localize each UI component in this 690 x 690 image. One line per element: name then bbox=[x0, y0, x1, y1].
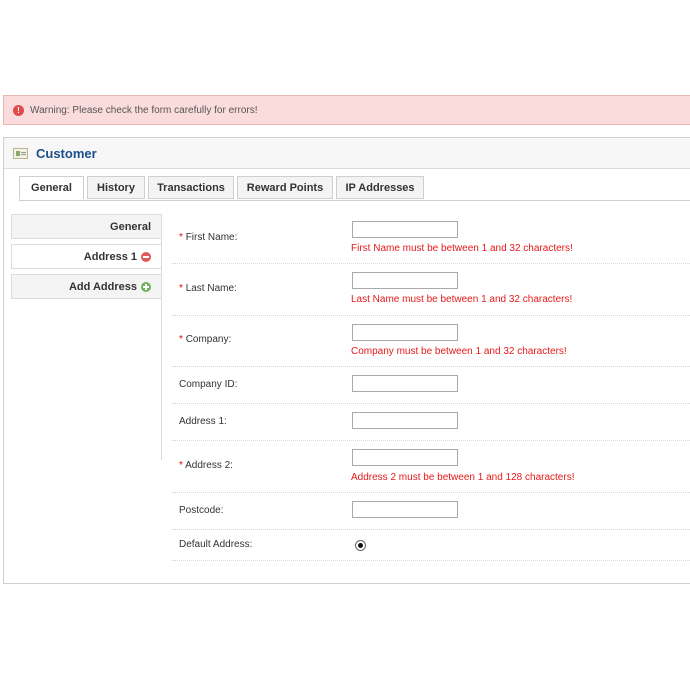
warning-banner: ! Warning: Please check the form careful… bbox=[3, 95, 690, 125]
postcode-input[interactable] bbox=[352, 501, 458, 518]
form-row-address-2: * Address 2: Address 2 must be between 1… bbox=[172, 440, 690, 493]
first-name-label: * First Name: bbox=[179, 232, 238, 243]
form-row-address-1: Address 1: bbox=[172, 403, 690, 441]
page-title: Customer bbox=[36, 145, 97, 161]
default-address-label: Default Address: bbox=[179, 539, 253, 550]
last-name-input[interactable] bbox=[352, 272, 458, 289]
customer-card-icon bbox=[13, 147, 28, 159]
default-address-radio[interactable] bbox=[355, 540, 366, 551]
customer-panel: Customer General History Transactions Re… bbox=[3, 137, 690, 584]
remove-icon[interactable] bbox=[141, 251, 151, 262]
company-id-label: Company ID: bbox=[179, 379, 238, 390]
company-input[interactable] bbox=[352, 324, 458, 341]
exclamation-icon: ! bbox=[13, 104, 24, 116]
tab-general[interactable]: General bbox=[19, 176, 84, 200]
address-1-label: Address 1: bbox=[179, 416, 227, 427]
side-tab-address-1[interactable]: Address 1 bbox=[11, 244, 161, 269]
tab-transactions[interactable]: Transactions bbox=[148, 176, 234, 199]
last-name-error: Last Name must be between 1 and 32 chara… bbox=[351, 294, 573, 305]
add-icon[interactable] bbox=[141, 281, 151, 292]
tab-bar: General History Transactions Reward Poin… bbox=[19, 176, 690, 201]
first-name-input[interactable] bbox=[352, 221, 458, 238]
address-2-label: * Address 2: bbox=[179, 460, 233, 471]
side-tab-label: Add Address bbox=[68, 280, 137, 293]
form-row-postcode: Postcode: bbox=[172, 492, 690, 530]
form-row-company: * Company: Company must be between 1 and… bbox=[172, 315, 690, 367]
side-tab-label: General bbox=[110, 220, 151, 233]
form-row-default-address: Default Address: bbox=[172, 529, 690, 561]
first-name-error: First Name must be between 1 and 32 char… bbox=[351, 243, 573, 254]
tab-reward-points[interactable]: Reward Points bbox=[237, 176, 333, 199]
side-tab-add-address[interactable]: Add Address bbox=[11, 274, 161, 299]
side-tabs: General Address 1 Add Address bbox=[11, 214, 162, 460]
panel-header: Customer bbox=[4, 138, 690, 169]
company-error: Company must be between 1 and 32 charact… bbox=[351, 346, 567, 357]
address-2-error: Address 2 must be between 1 and 128 char… bbox=[351, 472, 575, 483]
side-tab-label: Address 1 bbox=[83, 250, 137, 263]
form-row-first-name: * First Name: First Name must be between… bbox=[172, 211, 690, 264]
company-id-input[interactable] bbox=[352, 375, 458, 392]
side-tab-general[interactable]: General bbox=[11, 214, 161, 239]
company-label: * Company: bbox=[179, 334, 232, 345]
tab-history[interactable]: History bbox=[87, 176, 145, 199]
form-row-last-name: * Last Name: Last Name must be between 1… bbox=[172, 263, 690, 316]
warning-text: Warning: Please check the form carefully… bbox=[30, 104, 258, 116]
postcode-label: Postcode: bbox=[179, 505, 224, 516]
last-name-label: * Last Name: bbox=[179, 283, 237, 294]
form-row-company-id: Company ID: bbox=[172, 366, 690, 404]
address-1-input[interactable] bbox=[352, 412, 458, 429]
tab-ip-addresses[interactable]: IP Addresses bbox=[336, 176, 424, 199]
address-2-input[interactable] bbox=[352, 449, 458, 466]
